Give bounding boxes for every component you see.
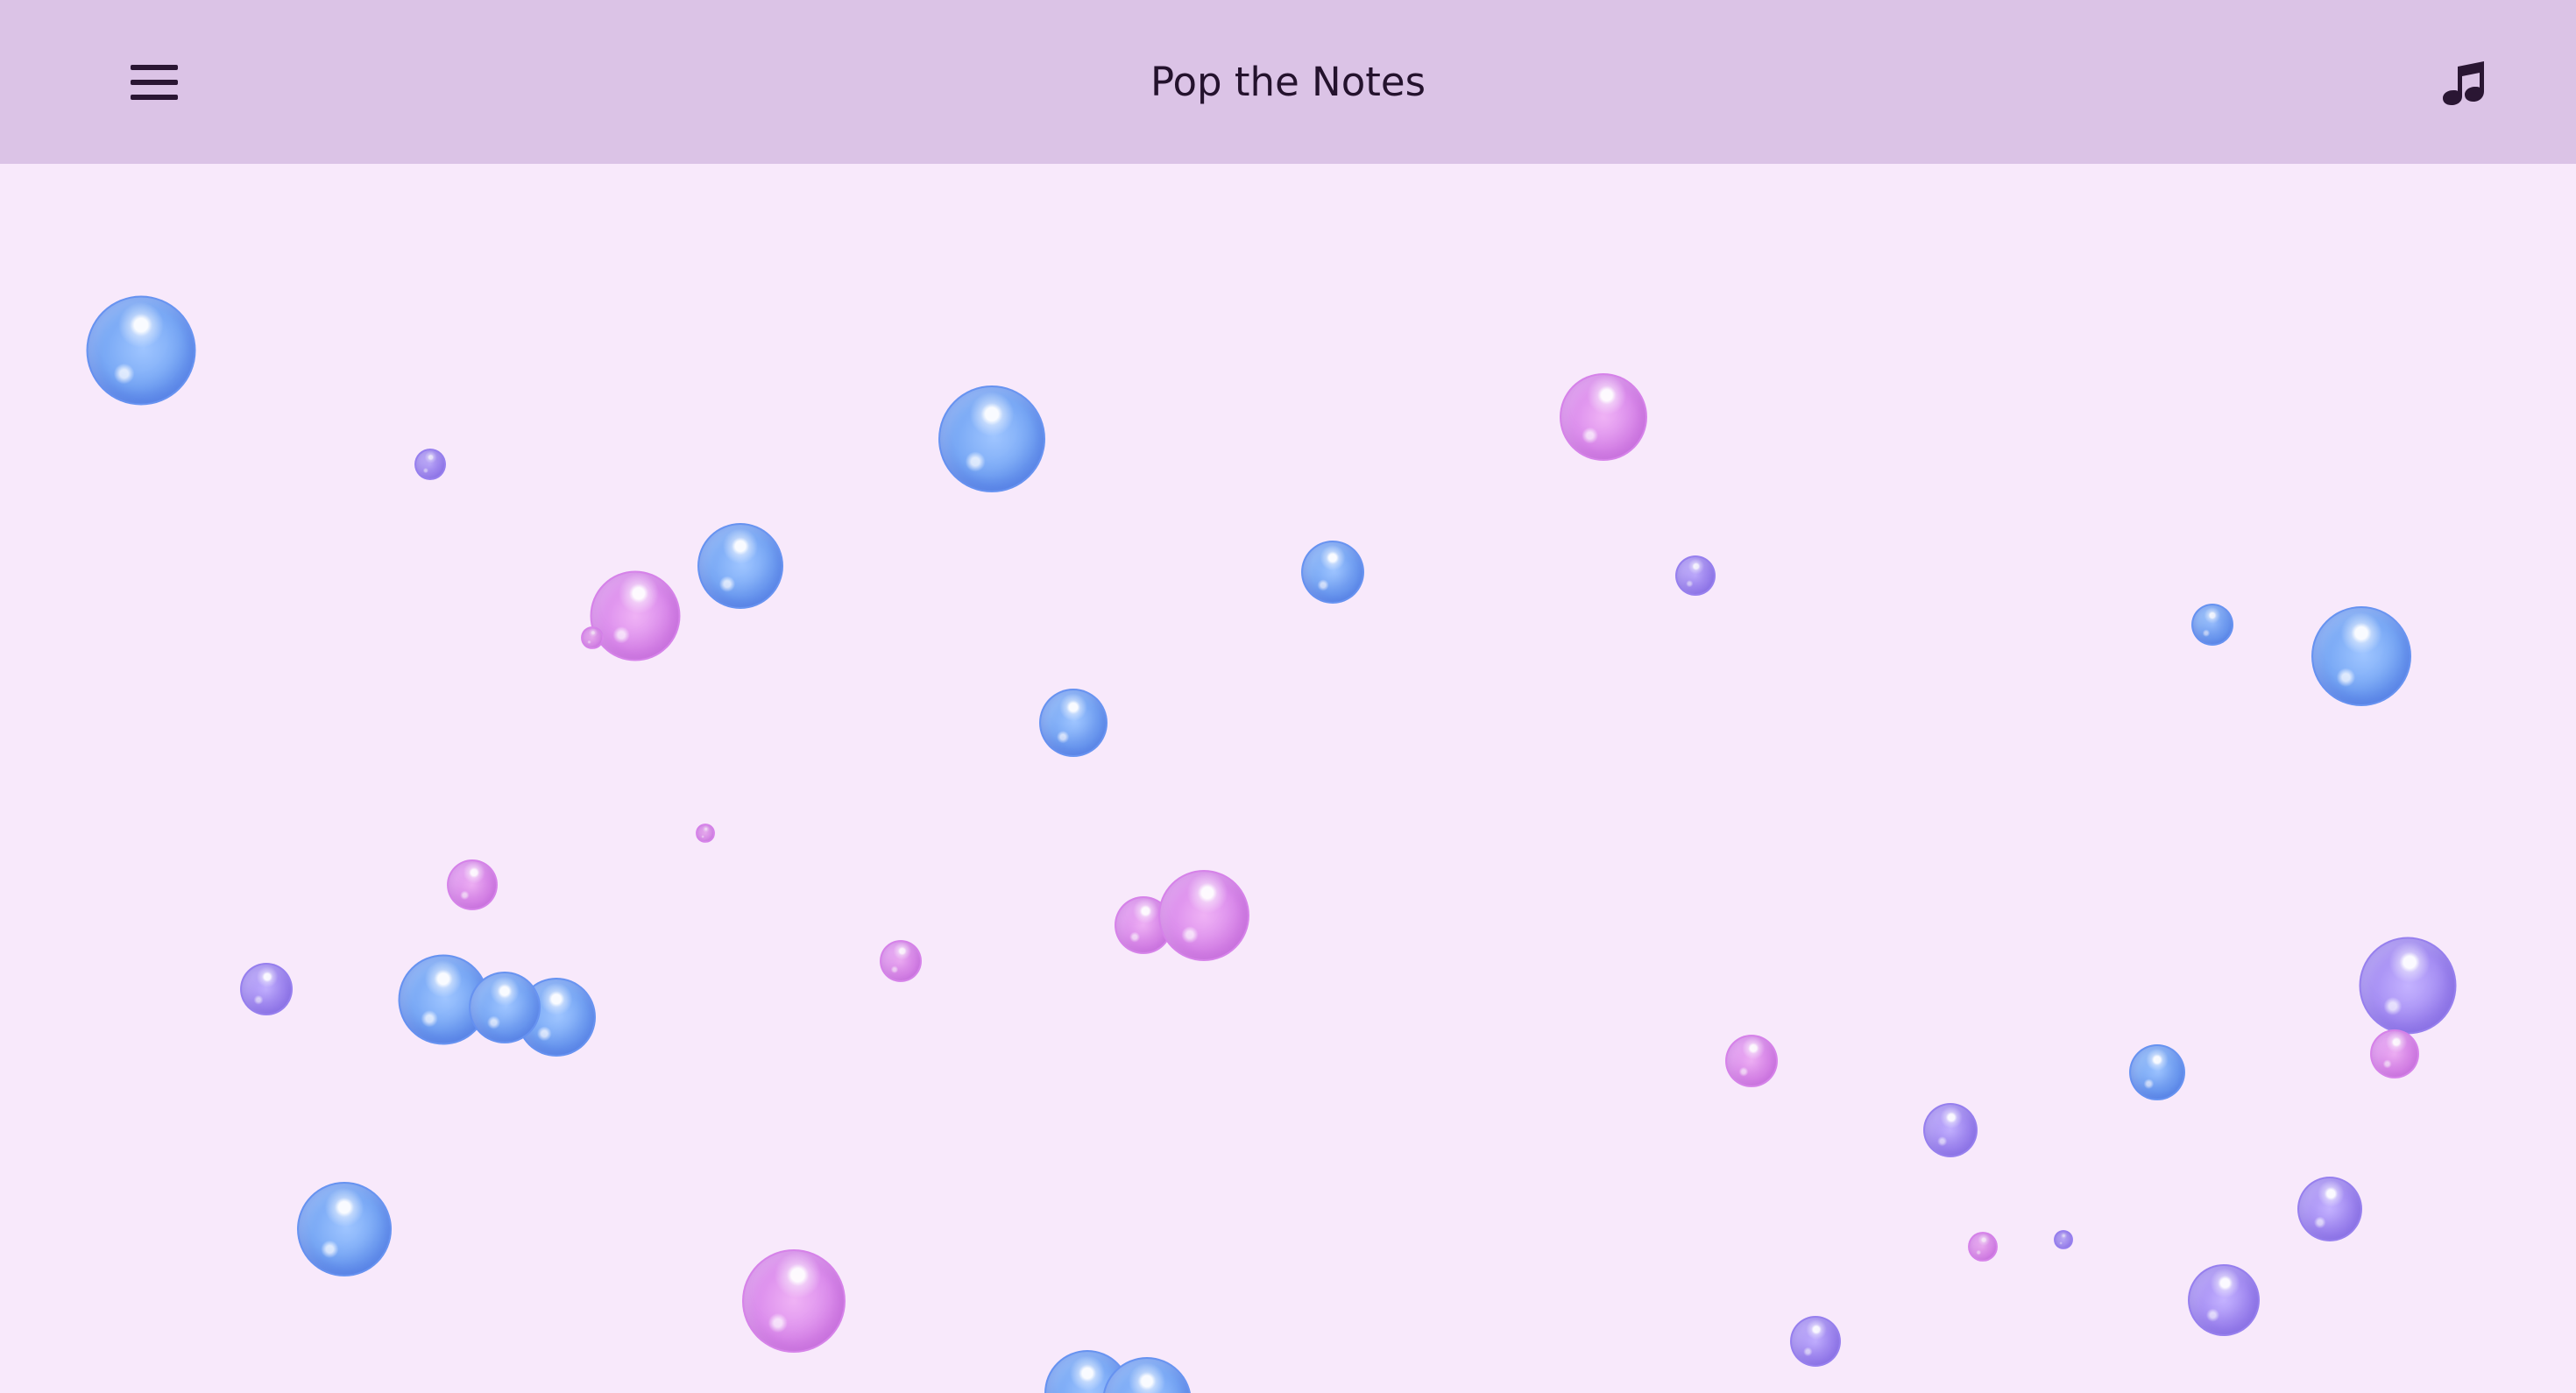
bubble-pink[interactable]	[1560, 373, 1647, 461]
bubble-blue[interactable]	[469, 972, 541, 1043]
game-header: Pop the Notes	[0, 0, 2576, 164]
bubble-blue[interactable]	[697, 523, 783, 609]
game-title: Pop the Notes	[1150, 59, 1426, 105]
bubble-purple[interactable]	[2359, 937, 2457, 1035]
bubble-pink[interactable]	[447, 859, 498, 910]
bubble-purple[interactable]	[1675, 555, 1716, 596]
bubble-pink[interactable]	[1725, 1035, 1778, 1087]
bubble-blue[interactable]	[297, 1182, 392, 1276]
bubble-purple[interactable]	[2054, 1230, 2073, 1249]
bubble-pink[interactable]	[590, 570, 681, 661]
bubble-pink[interactable]	[742, 1249, 846, 1353]
bubble-blue[interactable]	[2311, 606, 2411, 706]
bubble-pink[interactable]	[581, 626, 604, 649]
bubble-pink[interactable]	[2370, 1029, 2419, 1078]
bubble-pink[interactable]	[1968, 1232, 1998, 1262]
bubble-purple[interactable]	[1790, 1316, 1841, 1367]
bubble-blue[interactable]	[2191, 604, 2233, 646]
bubble-purple[interactable]	[2297, 1177, 2362, 1241]
bubble-purple[interactable]	[240, 963, 293, 1015]
music-button[interactable]	[2437, 51, 2495, 114]
bubble-purple[interactable]	[414, 449, 446, 480]
bubble-blue[interactable]	[86, 295, 196, 406]
bubble-pink[interactable]	[696, 824, 715, 843]
bubble-pink[interactable]	[880, 940, 922, 982]
music-note-icon	[2443, 61, 2484, 105]
bubble-blue[interactable]	[938, 385, 1045, 492]
bubble-blue[interactable]	[2129, 1044, 2185, 1100]
bubble-purple[interactable]	[2188, 1264, 2260, 1336]
pop-the-notes-game: Pop the Notes	[0, 0, 2576, 1393]
bubble-pink[interactable]	[1158, 870, 1249, 961]
bubble-purple[interactable]	[1923, 1103, 1978, 1157]
bubble-blue[interactable]	[1301, 541, 1364, 604]
bubble-blue[interactable]	[1039, 689, 1108, 757]
